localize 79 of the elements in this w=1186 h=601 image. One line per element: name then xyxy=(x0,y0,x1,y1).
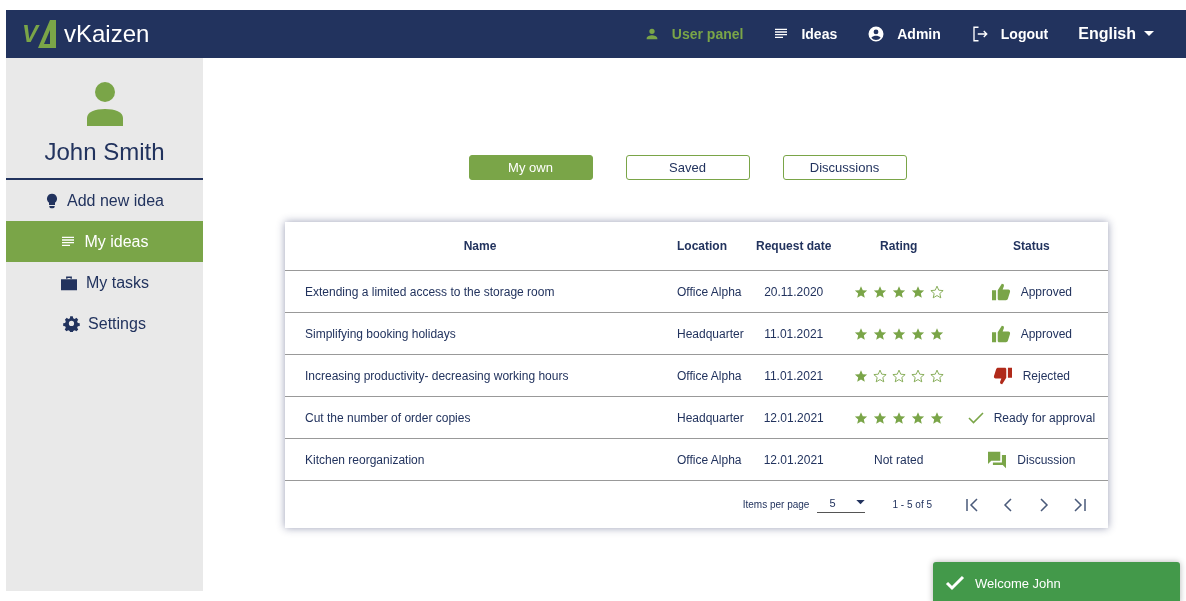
star-icon xyxy=(910,326,925,341)
nav-link[interactable]: Logout xyxy=(970,25,1049,43)
star-icon xyxy=(872,284,887,299)
chat-icon xyxy=(987,450,1008,469)
table-cell: Headquarter xyxy=(677,410,744,425)
user-name: John Smith xyxy=(44,138,165,166)
star-icon xyxy=(929,368,944,383)
table-cell: Increasing productivity- decreasing working hours xyxy=(305,368,569,383)
table-cell: Office Alpha xyxy=(677,452,742,467)
star-icon xyxy=(891,326,906,341)
star-icon xyxy=(853,326,868,341)
status-label: Ready for approval xyxy=(993,410,1096,425)
star-icon xyxy=(872,326,887,341)
star-icon xyxy=(929,410,944,425)
checkmark-icon xyxy=(945,575,965,591)
star-icon xyxy=(910,368,925,383)
table-cell: 11.01.2021 xyxy=(764,326,824,341)
star-icon xyxy=(872,368,887,383)
tab[interactable]: Saved xyxy=(625,155,750,180)
column-header: Location xyxy=(677,239,727,253)
star-icon xyxy=(853,284,868,299)
table-cell: Headquarter xyxy=(677,326,744,341)
star-icon xyxy=(929,284,944,299)
caret-icon xyxy=(855,500,865,505)
rating-text: Not rated xyxy=(874,452,924,467)
table-cell: Office Alpha xyxy=(677,368,742,383)
sidebar-item[interactable]: Add new idea xyxy=(6,180,203,221)
first-page-icon xyxy=(964,496,980,513)
last-page-icon xyxy=(1072,496,1088,513)
status-label: Approved xyxy=(1020,284,1073,299)
checkmark-icon xyxy=(967,411,984,424)
page-size-select[interactable]: 5 xyxy=(817,496,865,513)
star-icon xyxy=(929,326,944,341)
page-range: 1 - 5 of 5 xyxy=(892,499,932,510)
column-header: Name xyxy=(463,239,497,253)
logo[interactable]: V vKaizen xyxy=(22,20,150,48)
table-cell: Kitchen reorganization xyxy=(305,452,425,467)
thumbs-up-icon xyxy=(990,282,1011,301)
star-icon xyxy=(853,368,868,383)
nav-link[interactable]: Ideas xyxy=(773,26,838,42)
table-cell: 11.01.2021 xyxy=(764,368,824,383)
toast-message: Welcome John xyxy=(975,575,1061,591)
logo-mark: V xyxy=(22,20,56,48)
account-icon xyxy=(867,25,886,43)
briefcase-icon xyxy=(59,274,78,291)
table-cell: 12.01.2021 xyxy=(763,452,824,467)
table-cell: 12.01.2021 xyxy=(763,410,824,425)
star-icon xyxy=(910,284,925,299)
lightbulb-icon xyxy=(45,192,59,209)
gear-icon xyxy=(63,315,81,332)
logout-icon xyxy=(970,25,989,43)
table-cell: Extending a limited access to the storage room xyxy=(305,284,555,299)
thumbs-down-icon xyxy=(992,366,1013,385)
table-cell: Cut the number of order copies xyxy=(305,410,471,425)
nav-link[interactable]: Admin xyxy=(867,25,941,43)
star-icon xyxy=(910,410,925,425)
status-label: Rejected xyxy=(1022,368,1071,383)
star-icon xyxy=(891,284,906,299)
star-icon xyxy=(872,410,887,425)
star-icon xyxy=(891,368,906,383)
nav-link[interactable]: User panel xyxy=(643,26,744,42)
column-header: Request date xyxy=(756,239,832,253)
column-header: Rating xyxy=(880,239,918,253)
sidebar-item[interactable]: Settings xyxy=(6,303,203,344)
language-dropdown[interactable]: English xyxy=(1078,25,1154,43)
brand-name: vKaizen xyxy=(64,20,150,48)
sidebar-item[interactable]: My tasks xyxy=(6,262,203,303)
star-icon xyxy=(853,410,868,425)
column-header: Status xyxy=(1013,239,1050,253)
tab[interactable]: Discussions xyxy=(782,155,907,180)
status-label: Discussion xyxy=(1017,452,1076,467)
table-cell: Office Alpha xyxy=(677,284,742,299)
table-cell: Simplifying booking holidays xyxy=(305,326,456,341)
thumbs-up-icon xyxy=(990,324,1011,343)
caret-icon xyxy=(1144,31,1154,37)
star-icon xyxy=(891,410,906,425)
table-cell: 20.11.2020 xyxy=(764,284,824,299)
status-label: Approved xyxy=(1020,326,1073,341)
items-per-page-label: Items per page xyxy=(742,499,810,510)
